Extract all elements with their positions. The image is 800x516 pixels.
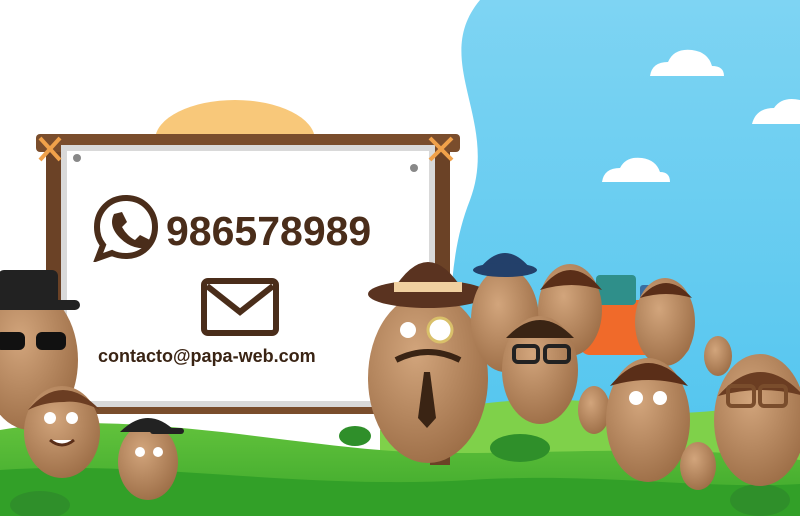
email-address: contacto@papa-web.com: [98, 346, 316, 366]
contact-banner-scene: 986578989 contacto@papa-web.com: [0, 0, 800, 516]
phone-number: 986578989: [166, 208, 372, 254]
envelope-icon: [201, 278, 279, 336]
whatsapp-icon: [93, 194, 159, 262]
